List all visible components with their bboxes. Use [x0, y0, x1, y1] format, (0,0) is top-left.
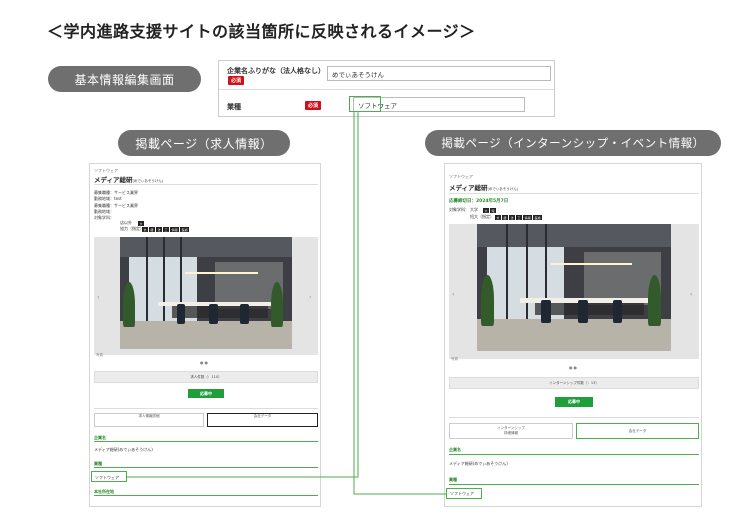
connector-lines	[127, 112, 446, 495]
